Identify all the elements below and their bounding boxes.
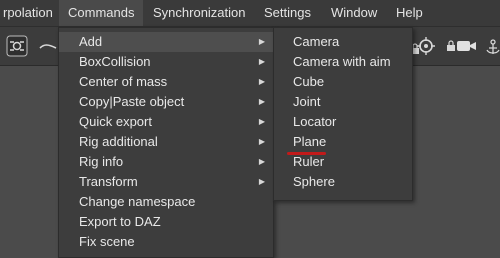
menu-item-label: Transform [79,174,138,189]
menu-item-label: Joint [293,94,321,109]
annotation-underline [287,152,326,155]
menu-item-label: Ruler [293,154,325,169]
submenu-item-sphere[interactable]: Sphere [274,172,412,192]
submenu-item-camera[interactable]: Camera [274,32,412,52]
view-toggle-icon[interactable] [6,35,28,57]
submenu-item-cube[interactable]: Cube [274,72,412,92]
menu-item-center-of-mass[interactable]: Center of mass ▶ [59,72,273,92]
add-submenu: Camera Camera with aim Cube Joint Locato… [273,27,413,201]
menu-help[interactable]: Help [387,0,432,26]
menu-interpolation[interactable]: rpolation [0,0,62,26]
submenu-arrow-icon: ▶ [258,77,265,86]
submenu-item-joint[interactable]: Joint [274,92,412,112]
menu-item-transform[interactable]: Transform ▶ [59,172,273,192]
submenu-arrow-icon: ▶ [258,57,265,66]
menu-window[interactable]: Window [322,0,386,26]
menu-item-fix-scene[interactable]: Fix scene [59,232,273,252]
submenu-arrow-icon: ▶ [258,37,265,46]
menu-item-boxcollision[interactable]: BoxCollision ▶ [59,52,273,72]
menu-item-label: Center of mass [79,74,168,89]
menu-item-label: BoxCollision [79,54,151,69]
menu-item-label: Plane [293,134,327,149]
menu-item-label: Cube [293,74,325,89]
menu-item-label: Sphere [293,174,335,189]
menu-item-label: Camera [293,34,340,49]
menu-item-label: Locator [293,114,337,129]
submenu-arrow-icon: ▶ [258,177,265,186]
menu-item-label: Copy|Paste object [79,94,185,109]
menu-item-label: Add [79,34,103,49]
submenu-arrow-icon: ▶ [258,97,265,106]
target-icon[interactable] [416,36,436,56]
submenu-arrow-icon: ▶ [258,137,265,146]
menu-item-copy-paste-object[interactable]: Copy|Paste object ▶ [59,92,273,112]
submenu-arrow-icon: ▶ [258,117,265,126]
menu-synchronization[interactable]: Synchronization [144,0,255,26]
menu-item-quick-export[interactable]: Quick export ▶ [59,112,273,132]
submenu-arrow-icon: ▶ [258,157,265,166]
submenu-item-camera-with-aim[interactable]: Camera with aim [274,52,412,72]
anchor-icon[interactable] [486,39,500,55]
submenu-item-plane[interactable]: Plane [274,132,412,152]
menu-item-add[interactable]: Add ▶ [59,32,273,52]
menu-bar: rpolation Commands Synchronization Setti… [0,0,500,27]
menu-settings[interactable]: Settings [255,0,320,26]
menu-item-label: Rig additional [79,134,158,149]
menu-item-label: Rig info [79,154,124,169]
camera-icon[interactable] [456,39,478,53]
menu-item-rig-additional[interactable]: Rig additional ▶ [59,132,273,152]
commands-menu: Add ▶ BoxCollision ▶ Center of mass ▶ Copy|… [58,27,274,258]
menu-item-label: Quick export [79,114,152,129]
menu-item-label: Export to DAZ [79,214,161,229]
menu-item-rig-info[interactable]: Rig info ▶ [59,152,273,172]
menu-item-label: Change namespace [79,194,196,209]
menu-item-label: Fix scene [79,234,135,249]
submenu-item-ruler[interactable]: Ruler [274,152,412,172]
menu-item-export-to-daz[interactable]: Export to DAZ [59,212,273,232]
submenu-item-locator[interactable]: Locator [274,112,412,132]
menu-item-label: Camera with aim [293,54,391,69]
curve-icon[interactable] [38,38,58,54]
menu-commands[interactable]: Commands [59,0,144,26]
lock-icon[interactable] [446,40,456,52]
menu-item-change-namespace[interactable]: Change namespace [59,192,273,212]
